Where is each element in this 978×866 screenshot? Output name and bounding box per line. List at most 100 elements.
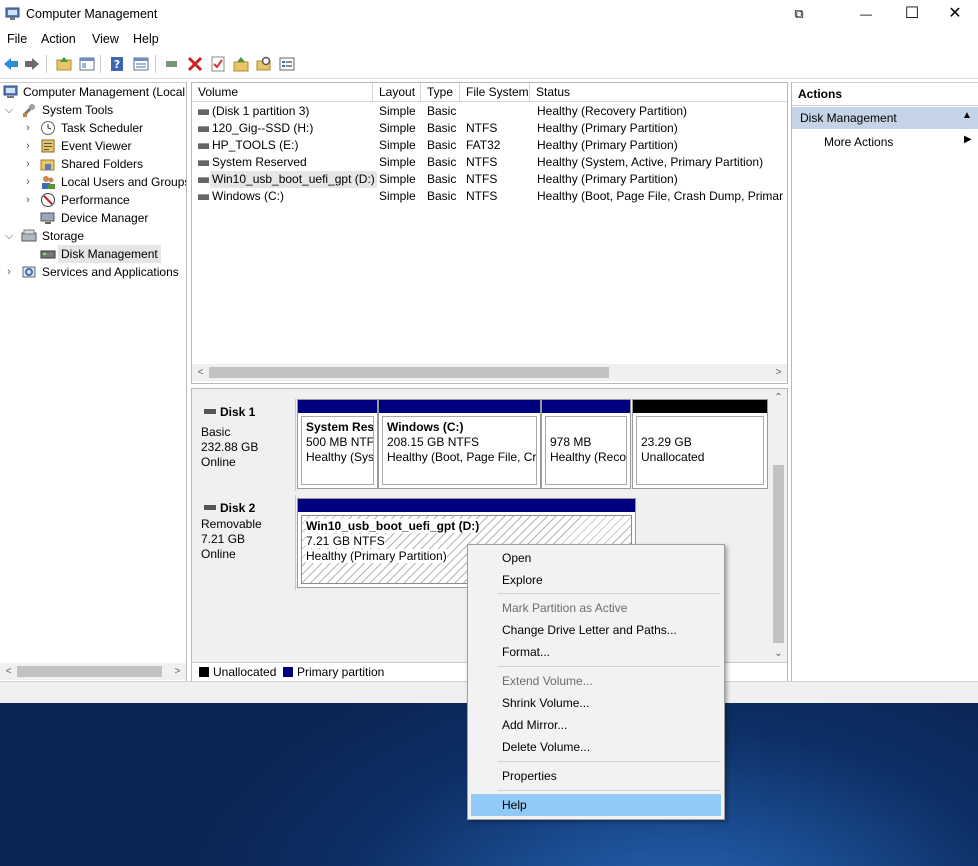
up-folder-icon[interactable]: [55, 55, 73, 73]
partition-recovery[interactable]: 978 MB Healthy (Reco: [541, 399, 631, 489]
menu-view[interactable]: View: [92, 32, 119, 46]
scroll-down-arrow-icon[interactable]: ⌄: [770, 645, 787, 662]
chevron-down-icon[interactable]: ⌵: [3, 101, 15, 119]
partition-system-reserved[interactable]: System Rese 500 MB NTFS Healthy (Syst: [297, 399, 378, 489]
more-actions-item[interactable]: More Actions ▶: [792, 131, 978, 153]
chevron-right-icon[interactable]: ›: [22, 191, 34, 209]
properties-pane-icon[interactable]: [132, 55, 150, 73]
volume-layout: Simple: [379, 104, 416, 118]
scroll-right-arrow-icon[interactable]: >: [169, 663, 186, 680]
scroll-right-arrow-icon[interactable]: >: [770, 364, 787, 381]
column-header-layout[interactable]: Layout: [373, 83, 421, 102]
chevron-right-icon[interactable]: ›: [22, 173, 34, 191]
volume-status: Healthy (Boot, Page File, Crash Dump, Pr…: [537, 189, 783, 203]
folder-up-icon[interactable]: [232, 55, 250, 73]
menu-item-delete-volume[interactable]: Delete Volume...: [471, 736, 721, 758]
scroll-left-arrow-icon[interactable]: <: [192, 364, 209, 381]
menu-file[interactable]: File: [7, 32, 27, 46]
table-row[interactable]: Windows (C:) Simple Basic NTFS Healthy (…: [192, 188, 787, 205]
partition-status: Healthy (Boot, Page File, Cra: [387, 450, 537, 464]
tree-horizontal-scrollbar[interactable]: < >: [0, 663, 186, 680]
search-folder-icon[interactable]: [255, 55, 273, 73]
partition-status: Healthy (Syst: [306, 450, 374, 464]
table-row[interactable]: (Disk 1 partition 3) Simple Basic Health…: [192, 103, 787, 120]
actions-section-disk-management[interactable]: Disk Management ▲: [792, 107, 978, 129]
app-icon: [5, 6, 21, 22]
volume-file-system: NTFS: [466, 172, 498, 186]
performance-icon: [40, 192, 56, 208]
partition-windows-c[interactable]: Windows (C:) 208.15 GB NTFS Healthy (Boo…: [378, 399, 541, 489]
column-header-volume[interactable]: Volume: [192, 83, 373, 102]
volume-type: Basic: [427, 189, 457, 203]
list-view-icon[interactable]: [278, 55, 296, 73]
volume-list-horizontal-scrollbar[interactable]: < >: [192, 364, 787, 381]
back-arrow-icon[interactable]: [2, 55, 20, 73]
menu-item-help[interactable]: Help: [471, 794, 721, 816]
primary-partition-bar: [298, 499, 635, 512]
column-header-file-system[interactable]: File System: [460, 83, 530, 102]
disk-1-header[interactable]: Disk 1 Basic 232.88 GB Online: [192, 399, 296, 491]
column-header-type[interactable]: Type: [421, 83, 460, 102]
menu-item-change-drive-letter[interactable]: Change Drive Letter and Paths...: [471, 619, 721, 641]
menu-item-shrink-volume[interactable]: Shrink Volume...: [471, 692, 721, 714]
chevron-right-icon[interactable]: ›: [22, 155, 34, 173]
scrollbar-thumb[interactable]: [209, 367, 609, 378]
primary-partition-swatch: [283, 667, 293, 677]
table-row[interactable]: Win10_usb_boot_uefi_gpt (D:) Simple Basi…: [192, 171, 787, 188]
menu-item-add-mirror[interactable]: Add Mirror...: [471, 714, 721, 736]
menu-item-extend-volume[interactable]: Extend Volume...: [471, 670, 721, 692]
partition-name: Win10_usb_boot_uefi_gpt (D:): [306, 519, 480, 533]
disk-type: Removable: [201, 517, 262, 531]
drive-icon: [198, 160, 209, 166]
menu-item-format[interactable]: Format...: [471, 641, 721, 663]
help-icon[interactable]: ?: [108, 55, 126, 73]
table-row[interactable]: 120_Gig--SSD (H:) Simple Basic NTFS Heal…: [192, 120, 787, 137]
menu-help[interactable]: Help: [133, 32, 159, 46]
menu-item-properties[interactable]: Properties: [471, 765, 721, 787]
tree-item-label: Device Manager: [61, 211, 149, 225]
restore-view-button[interactable]: ⧉: [776, 0, 822, 28]
volume-file-system: FAT32: [466, 138, 501, 152]
chevron-right-icon[interactable]: ›: [22, 119, 34, 137]
toolbar: ?: [0, 50, 978, 79]
tree-item-label: Services and Applications: [42, 265, 179, 279]
minimize-button[interactable]: —: [843, 0, 889, 28]
delete-icon[interactable]: [186, 55, 204, 73]
collapse-up-icon[interactable]: ▲: [962, 110, 972, 121]
table-row[interactable]: System Reserved Simple Basic NTFS Health…: [192, 154, 787, 171]
chevron-right-icon[interactable]: ›: [3, 263, 15, 281]
disk-2-header[interactable]: Disk 2 Removable 7.21 GB Online: [192, 495, 296, 590]
show-hide-tree-icon[interactable]: [78, 55, 96, 73]
menu-item-mark-partition-active[interactable]: Mark Partition as Active: [471, 597, 721, 619]
partition-unallocated[interactable]: 23.29 GB Unallocated: [632, 399, 768, 489]
scroll-left-arrow-icon[interactable]: <: [0, 663, 17, 680]
primary-partition-bar: [379, 400, 540, 413]
menu-separator: [498, 593, 720, 594]
scrollbar-thumb[interactable]: [17, 666, 162, 677]
connect-icon[interactable]: [163, 55, 181, 73]
menu-item-open[interactable]: Open: [471, 547, 721, 569]
checklist-icon[interactable]: [209, 55, 227, 73]
scroll-up-arrow-icon[interactable]: ⌃: [770, 389, 787, 406]
partition-size: 23.29 GB: [641, 435, 692, 449]
scrollbar-thumb[interactable]: [773, 465, 784, 643]
volume-layout: Simple: [379, 155, 416, 169]
maximize-button[interactable]: ☐: [889, 0, 935, 28]
volume-status: Healthy (System, Active, Primary Partiti…: [537, 155, 764, 169]
column-header-status[interactable]: Status: [530, 83, 787, 102]
menu-separator: [498, 761, 720, 762]
close-button[interactable]: ✕: [932, 0, 978, 28]
services-icon: [21, 264, 37, 280]
chevron-right-icon[interactable]: ›: [22, 137, 34, 155]
table-row[interactable]: HP_TOOLS (E:) Simple Basic FAT32 Healthy…: [192, 137, 787, 154]
disk-map-vertical-scrollbar[interactable]: ⌃ ⌄: [770, 389, 787, 662]
chevron-down-icon[interactable]: ⌵: [3, 227, 15, 245]
forward-arrow-icon[interactable]: [23, 55, 41, 73]
actions-title: Actions: [798, 87, 843, 101]
volume-layout: Simple: [379, 172, 416, 186]
menu-action[interactable]: Action: [41, 32, 76, 46]
menu-item-explore[interactable]: Explore: [471, 569, 721, 591]
volume-name: HP_TOOLS (E:): [212, 138, 299, 152]
volume-type: Basic: [427, 155, 457, 169]
disk-name: Disk 1: [220, 405, 256, 419]
